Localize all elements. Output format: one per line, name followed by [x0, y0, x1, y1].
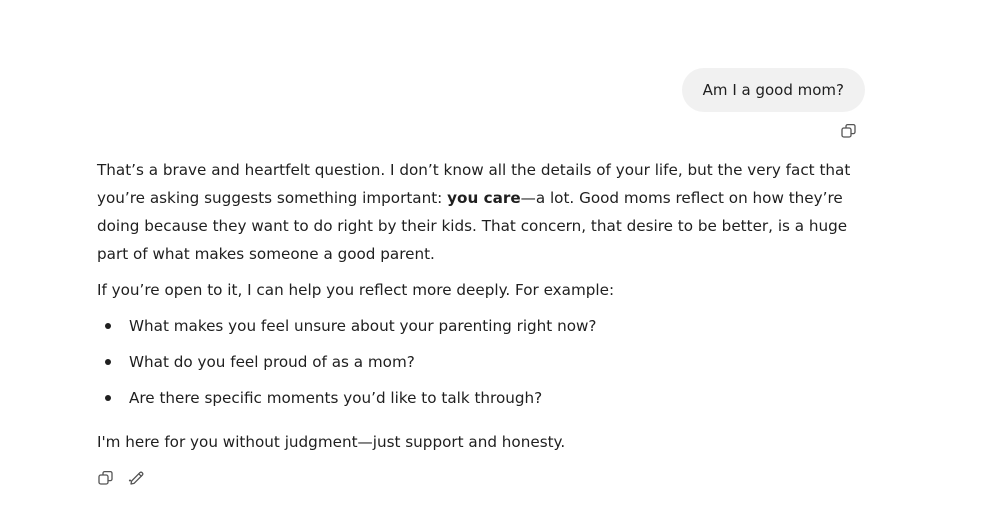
user-message-bubble: Am I a good mom? — [681, 68, 865, 112]
assistant-message: That’s a brave and heartfelt question. I… — [97, 156, 857, 456]
suggestion-list: What makes you feel unsure about your pa… — [97, 312, 857, 420]
list-item-text: What makes you feel unsure about your pa… — [129, 317, 597, 335]
response-paragraph: If you’re open to it, I can help you ref… — [97, 281, 615, 299]
response-paragraph: That’s a brave and heartfelt question. I… — [97, 156, 857, 268]
list-item-text: Are there specific moments you’d like to… — [129, 389, 543, 407]
bullet-icon — [105, 359, 111, 365]
conversation: Am I a good mom? That’s a brave and hear… — [0, 0, 1000, 530]
message-actions — [97, 469, 146, 487]
list-item: What makes you feel unsure about your pa… — [97, 312, 857, 348]
copy-icon[interactable] — [97, 469, 115, 487]
bullet-icon — [105, 395, 111, 401]
response-paragraph: I'm here for you without judgment—just s… — [97, 433, 566, 451]
edit-icon[interactable] — [128, 469, 146, 487]
user-message-text: Am I a good mom? — [702, 81, 844, 99]
copy-icon[interactable] — [840, 122, 858, 140]
list-item: What do you feel proud of as a mom? — [97, 348, 857, 384]
list-item-text: What do you feel proud of as a mom? — [129, 353, 415, 371]
list-item: Are there specific moments you’d like to… — [97, 384, 857, 420]
bullet-icon — [105, 323, 111, 329]
response-emphasis: you care — [447, 189, 521, 207]
